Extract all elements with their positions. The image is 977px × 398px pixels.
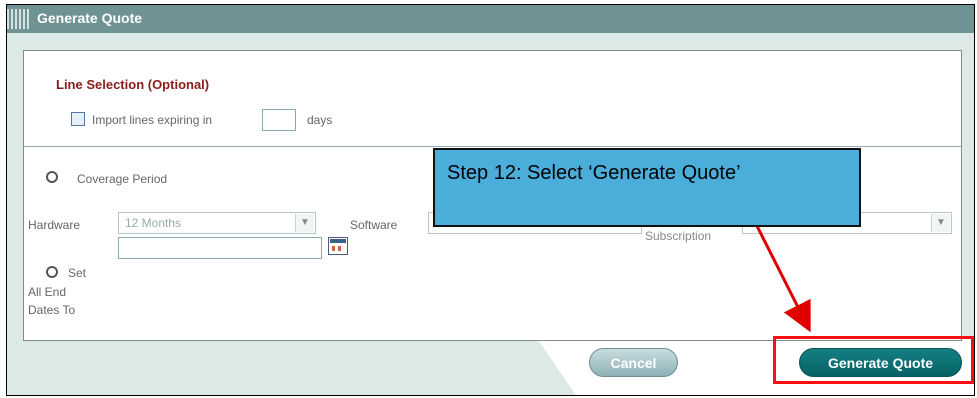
- coverage-period-radio[interactable]: [46, 171, 58, 183]
- titlebar-grip-icon: [7, 9, 31, 29]
- cancel-button[interactable]: Cancel: [589, 348, 678, 377]
- section-divider: [24, 146, 961, 147]
- hardware-select[interactable]: 12 Months ▼: [118, 212, 316, 234]
- import-lines-checkbox[interactable]: [71, 112, 85, 126]
- set-label: Set: [68, 266, 87, 280]
- subscription-label: Subscription: [645, 229, 712, 243]
- all-end-label: All End: [28, 285, 67, 299]
- chevron-down-icon: ▼: [295, 214, 314, 232]
- chevron-down-icon: ▼: [931, 214, 950, 232]
- import-lines-label: Import lines expiring in: [92, 113, 213, 127]
- end-date-input[interactable]: [118, 237, 322, 259]
- generate-quote-highlight: [773, 336, 974, 384]
- step-callout: Step 12: Select ‘Generate Quote’: [433, 148, 861, 227]
- hardware-selected-value: 12 Months: [125, 216, 182, 230]
- days-label: days: [307, 113, 333, 127]
- software-label: Software: [350, 218, 398, 232]
- dates-to-label: Dates To: [28, 303, 76, 317]
- line-selection-title: Line Selection (Optional): [56, 77, 210, 92]
- coverage-period-label: Coverage Period: [77, 172, 168, 186]
- window-title: Generate Quote: [37, 10, 143, 26]
- set-end-dates-radio[interactable]: [46, 266, 58, 278]
- hardware-label: Hardware: [28, 218, 81, 232]
- calendar-icon[interactable]: [328, 237, 348, 255]
- step-callout-text: Step 12: Select ‘Generate Quote’: [447, 162, 741, 184]
- days-input[interactable]: [262, 109, 296, 131]
- window-titlebar: Generate Quote: [7, 5, 974, 33]
